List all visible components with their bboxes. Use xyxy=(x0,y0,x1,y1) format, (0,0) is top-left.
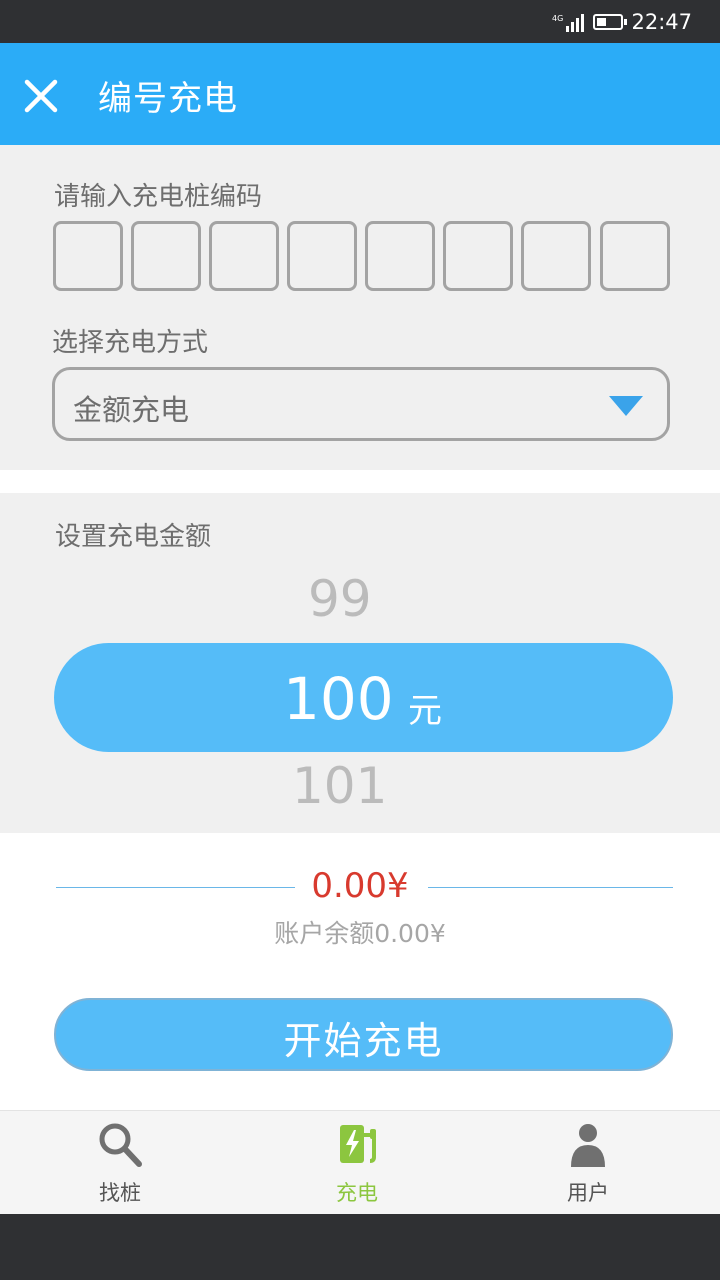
start-charging-label: 开始充电 xyxy=(283,1019,444,1063)
code-label: 请输入充电桩编码 xyxy=(54,182,263,212)
page-title: 编号充电 xyxy=(98,79,238,119)
amount-picker[interactable]: 100 元 xyxy=(54,643,673,752)
status-bar: 4G 22:47 xyxy=(0,0,720,43)
nav-item-user[interactable]: 用户 xyxy=(508,1111,668,1215)
code-digit-box[interactable] xyxy=(131,221,201,291)
nav-item-find[interactable]: 找桩 xyxy=(40,1111,200,1215)
system-nav-bar xyxy=(0,1214,720,1280)
amount-label: 设置充电金额 xyxy=(55,522,212,552)
code-digit-box[interactable] xyxy=(521,221,591,291)
network-label: 4G xyxy=(552,14,563,23)
account-balance: 账户余额0.00¥ xyxy=(274,919,446,948)
charge-mode-select[interactable]: 金额充电 xyxy=(52,367,670,441)
nav-item-charge[interactable]: 充电 xyxy=(277,1111,437,1215)
close-icon[interactable] xyxy=(18,73,64,119)
picker-next-value[interactable]: 101 xyxy=(292,757,387,815)
signal-icon: 4G xyxy=(552,14,584,32)
code-digit-box[interactable] xyxy=(600,221,670,291)
triangle-down-icon xyxy=(609,396,643,416)
mode-label: 选择充电方式 xyxy=(52,328,209,358)
picker-unit: 元 xyxy=(408,691,442,731)
app-bar: 编号充电 xyxy=(0,43,720,145)
code-digit-box[interactable] xyxy=(287,221,357,291)
battery-icon xyxy=(593,14,627,30)
nav-label: 找桩 xyxy=(99,1181,141,1205)
nav-label: 充电 xyxy=(336,1181,378,1205)
charging-station-icon xyxy=(340,1125,376,1163)
code-digit-box[interactable] xyxy=(443,221,513,291)
user-icon xyxy=(571,1124,605,1167)
status-time: 22:47 xyxy=(631,10,692,34)
start-charging-button[interactable]: 开始充电 xyxy=(54,998,673,1071)
charge-cost: 0.00¥ xyxy=(311,866,409,906)
picker-prev-value[interactable]: 99 xyxy=(308,570,372,628)
nav-label: 用户 xyxy=(567,1181,609,1205)
code-digit-box[interactable] xyxy=(209,221,279,291)
search-icon xyxy=(99,1123,142,1167)
code-digit-box[interactable] xyxy=(53,221,123,291)
bottom-nav: 找桩 充电 用户 xyxy=(0,1110,720,1215)
picker-current-value: 100 xyxy=(283,665,394,733)
code-digit-box[interactable] xyxy=(365,221,435,291)
charge-mode-value: 金额充电 xyxy=(73,393,190,427)
